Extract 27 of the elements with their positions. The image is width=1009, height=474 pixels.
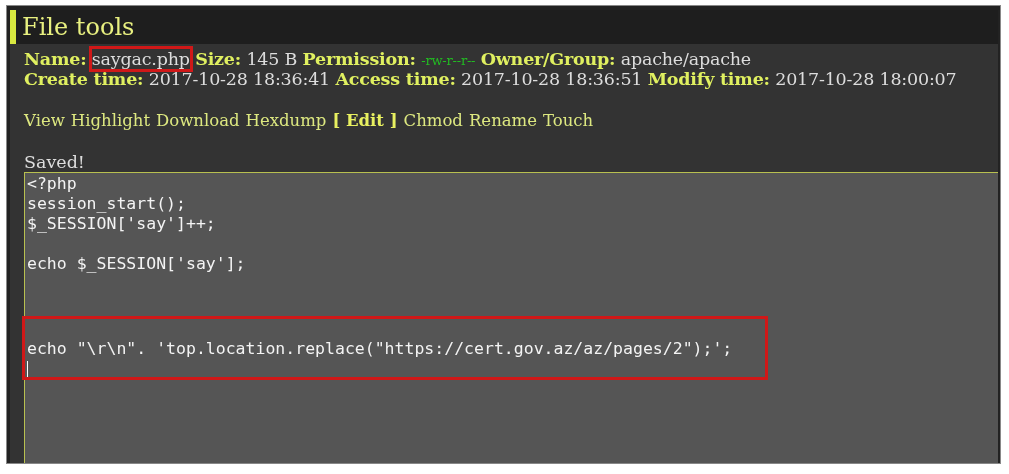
action-link[interactable]: Hexdump <box>245 109 327 134</box>
field-label: Access time: <box>335 69 456 89</box>
action-link[interactable]: Highlight <box>70 109 151 134</box>
panel-title: File tools <box>10 10 998 44</box>
field-label: Permission: <box>302 49 416 69</box>
field-label: Size: <box>195 49 241 69</box>
field-label: Name: <box>24 49 87 69</box>
field-value: 2017-10-28 18:00:07 <box>775 69 957 89</box>
field-value: 2017-10-28 18:36:41 <box>148 69 330 89</box>
field-label: Create time: <box>24 69 144 89</box>
code-editor[interactable]: <?php session_start(); $_SESSION['say']++; echo $_SESSION['say']; echo "\r\n". 'top.location.replace("https://cert.gov.az/az/pages/2");'; <box>24 171 998 463</box>
field-value: apache/apache <box>620 49 751 69</box>
field-label: Owner/Group: <box>480 49 616 69</box>
code-text: <?php session_start(); $_SESSION['say']++; echo $_SESSION['say']; <box>27 173 246 273</box>
field-value: 145 B <box>246 49 298 69</box>
action-link[interactable]: Chmod <box>403 109 463 134</box>
action-link[interactable]: View <box>24 109 65 134</box>
field-value: 2017-10-28 18:36:51 <box>461 69 643 89</box>
action-link[interactable]: Touch <box>543 109 594 134</box>
field-label: Modify time: <box>647 69 770 89</box>
field-value: saygac.php <box>91 49 190 69</box>
field-value: -rw-r--r-- <box>421 53 476 68</box>
code-text: echo "\r\n". 'top.location.replace("https://cert.gov.az/az/pages/2");'; <box>27 338 733 358</box>
action-link[interactable]: [ Edit ] <box>332 109 398 134</box>
action-link[interactable]: Download <box>156 109 240 134</box>
action-link[interactable]: Rename <box>468 109 537 134</box>
status-message: Saved! <box>24 151 86 172</box>
